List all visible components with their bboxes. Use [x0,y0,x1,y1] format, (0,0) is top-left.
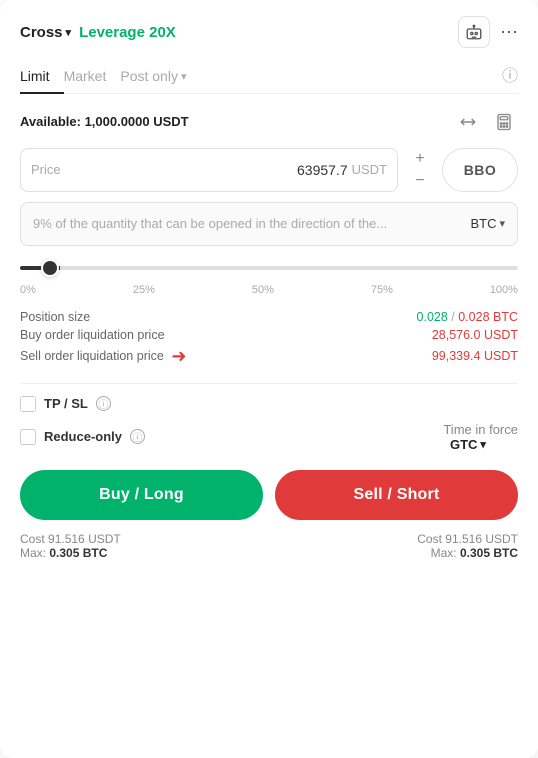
price-value: 63957.7 [69,162,348,178]
price-decrement-btn[interactable]: − [406,170,434,192]
sell-cost-block: Cost 91.516 USDT Max: 0.305 BTC [417,532,518,560]
tab-postonly-label: Post only [120,68,178,84]
tif-value-selector[interactable]: GTC ▾ [443,437,518,452]
calculator-icon[interactable] [490,108,518,136]
bbo-button[interactable]: BBO [442,148,518,192]
available-text: Available: 1,000.0000 USDT [20,114,189,129]
tif-chevron-icon: ▾ [480,438,486,451]
sell-cost-label: Cost [417,532,442,546]
buy-liquidation-label: Buy order liquidation price [20,328,165,342]
buy-cost-block: Cost 91.516 USDT Max: 0.305 BTC [20,532,121,560]
cost-row: Cost 91.516 USDT Max: 0.305 BTC Cost 91.… [20,532,518,560]
available-row: Available: 1,000.0000 USDT [20,108,518,136]
leverage-label[interactable]: Leverage 20X [79,24,176,41]
buy-max-label: Max: [20,546,46,560]
price-increment-btn[interactable]: + [406,148,434,170]
reduce-only-checkbox[interactable] [20,429,36,445]
sell-max-label: Max: [431,546,457,560]
tab-market[interactable]: Market [64,62,121,94]
cross-selector[interactable]: Cross ▾ [20,24,71,41]
quantity-unit-label: BTC [470,216,496,231]
transfer-icon[interactable] [454,108,482,136]
slider-container: 0% 25% 50% 75% 100% [20,258,518,296]
price-unit: USDT [352,162,387,177]
sell-liquidation-row: Sell order liquidation price ➜ 99,339.4 … [20,346,518,367]
price-label: Price [31,162,61,177]
available-value: 1,000.0000 USDT [85,114,189,129]
tif-label: Time in force GTC ▾ [443,422,518,452]
tpsl-label: TP / SL [44,396,88,411]
buy-long-button[interactable]: Buy / Long [20,470,263,520]
header-left: Cross ▾ Leverage 20X [20,24,176,41]
sell-short-button[interactable]: Sell / Short [275,470,518,520]
header: Cross ▾ Leverage 20X ⋯ [20,16,518,48]
price-row: Price 63957.7 USDT + − BBO [20,148,518,192]
buy-max-value: 0.305 BTC [49,546,107,560]
tabs-info-icon[interactable]: ⓘ [502,62,518,92]
tpsl-checkbox[interactable] [20,396,36,412]
quantity-row[interactable]: 9% of the quantity that can be opened in… [20,202,518,246]
plus-minus-controls: + − [406,148,434,192]
slider-label-25: 25% [133,284,155,296]
position-size-row: Position size 0.028 / 0.028 BTC [20,310,518,324]
sell-liquidation-label: Sell order liquidation price ➜ [20,346,186,367]
tab-postonly[interactable]: Post only ▾ [120,62,200,94]
reduce-only-label: Reduce-only [44,429,122,444]
sell-liquidation-arrow-icon: ➜ [171,346,186,367]
tpsl-info-icon[interactable]: ⓘ [96,396,111,411]
robot-icon-btn[interactable] [458,16,490,48]
slider-label-75: 75% [371,284,393,296]
header-icons: ⋯ [458,16,518,48]
sell-cost-amount: 91.516 USDT [445,532,518,546]
slider-labels: 0% 25% 50% 75% 100% [20,284,518,296]
position-size-red: 0.028 BTC [458,310,518,324]
reduce-row: Reduce-only ⓘ Time in force GTC ▾ [20,422,518,452]
slider-label-0: 0% [20,284,36,296]
position-size-label: Position size [20,310,90,324]
available-label: Available: [20,114,81,129]
buy-cost-amount: 91.516 USDT [48,532,121,546]
slider-label-100: 100% [490,284,518,296]
cross-chevron-icon: ▾ [66,26,72,39]
buy-cost-label: Cost [20,532,45,546]
tabs: Limit Market Post only ▾ ⓘ [20,62,518,94]
quantity-unit-selector[interactable]: BTC ▾ [470,216,505,231]
buy-liquidation-row: Buy order liquidation price 28,576.0 USD… [20,328,518,342]
more-options-icon[interactable]: ⋯ [500,22,518,43]
position-size-green: 0.028 [417,310,448,324]
quantity-placeholder: 9% of the quantity that can be opened in… [33,216,470,231]
position-info-section: Position size 0.028 / 0.028 BTC Buy orde… [20,310,518,367]
reduce-only-info-icon[interactable]: ⓘ [130,429,145,444]
buy-liquidation-value: 28,576.0 USDT [432,328,518,342]
divider-1 [20,383,518,384]
action-buttons: Buy / Long Sell / Short [20,470,518,520]
sell-liquidation-value: 99,339.4 USDT [432,349,518,363]
quantity-chevron-icon: ▾ [499,217,505,230]
slider-label-50: 50% [252,284,274,296]
price-input-box[interactable]: Price 63957.7 USDT [20,148,398,192]
slider-track-wrapper[interactable] [20,258,518,278]
slider-thumb[interactable] [41,259,59,277]
tab-limit[interactable]: Limit [20,62,64,94]
available-icons [454,108,518,136]
position-size-value: 0.028 / 0.028 BTC [417,310,518,324]
sell-max-value: 0.305 BTC [460,546,518,560]
slider-track [20,266,518,270]
cross-label: Cross [20,24,63,41]
tpsl-row: TP / SL ⓘ [20,396,518,412]
postonly-chevron-icon: ▾ [181,70,187,83]
tif-value: GTC [450,437,477,452]
